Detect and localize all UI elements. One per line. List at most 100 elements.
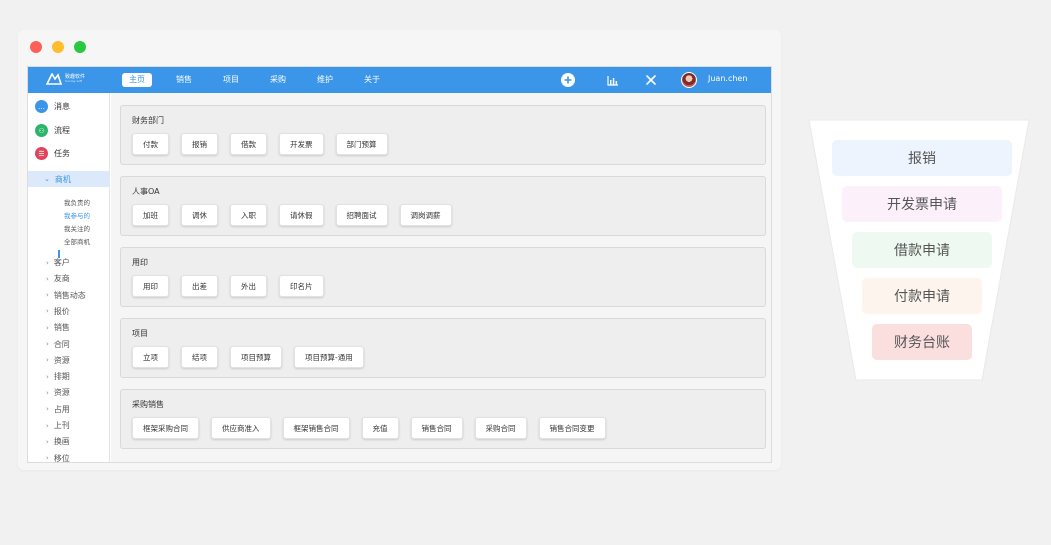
action-button[interactable]: 加班 [132, 204, 169, 226]
action-button[interactable]: 结项 [181, 346, 218, 368]
sidebar-category-label: 报价 [53, 306, 70, 316]
sidebar-category-1[interactable]: › 友商 [46, 273, 70, 284]
button-row: 立项 结项 项目预算 项目预算-通用 [132, 346, 364, 368]
chevron-right-icon: › [46, 323, 49, 332]
action-button[interactable]: 借款 [230, 133, 267, 155]
sidebar-category-5[interactable]: › 合同 [46, 339, 70, 350]
action-button[interactable]: 采购合同 [474, 417, 527, 439]
sidebar-item-label: 消息 [54, 102, 70, 111]
sidebar-category-label: 换画 [53, 437, 70, 447]
action-button[interactable]: 报销 [181, 133, 218, 155]
funnel-diagram: 报销 开发票申请 借款申请 付款申请 财务台账 [806, 118, 1032, 382]
sidebar-subitem-0[interactable]: 我负责的 [64, 197, 90, 207]
sidebar-category-2[interactable]: › 销售动态 [46, 290, 86, 301]
chevron-right-icon: › [46, 421, 49, 430]
sidebar-category-label: 客户 [53, 258, 70, 267]
action-button[interactable]: 开发票 [279, 133, 324, 155]
action-button[interactable]: 供应商准入 [211, 417, 271, 439]
action-button[interactable]: 项目预算-通用 [294, 346, 364, 368]
maximize-window-button[interactable] [74, 41, 86, 53]
funnel-stage-4: 财务台账 [872, 324, 972, 360]
sidebar-subitem-1[interactable]: 我参与的 [64, 210, 90, 220]
sidebar-category-6[interactable]: › 资源 [46, 355, 70, 366]
nav-item-4[interactable]: 维护 [310, 73, 340, 87]
nav-item-5[interactable]: 关于 [357, 73, 387, 87]
chevron-right-icon: › [46, 307, 49, 316]
action-button[interactable]: 请休假 [279, 204, 324, 226]
close-window-button[interactable] [30, 41, 42, 53]
tools-button[interactable] [644, 73, 658, 87]
nav-item-0[interactable]: 主页 [122, 73, 152, 87]
sidebar-item-opportunity[interactable]: ⌄ 商机 [28, 171, 110, 187]
chart-button[interactable] [606, 73, 620, 87]
funnel-stage-1: 开发票申请 [842, 186, 1002, 222]
action-button[interactable]: 部门预算 [335, 133, 388, 155]
nav-item-2[interactable]: 项目 [216, 73, 246, 87]
tools-icon [646, 75, 656, 85]
action-button[interactable]: 招聘面试 [335, 204, 388, 226]
sidebar-category-label: 友商 [53, 274, 70, 284]
action-button[interactable]: 销售合同变更 [538, 417, 606, 439]
logo: 致趣软件 hunray soft [46, 73, 85, 85]
chevron-right-icon: › [46, 437, 49, 446]
action-button[interactable]: 外出 [230, 275, 267, 297]
message-icon: … [35, 100, 48, 113]
action-button[interactable]: 付款 [132, 133, 169, 155]
nav-item-3[interactable]: 采购 [263, 73, 293, 87]
chart-icon [607, 75, 618, 86]
funnel-stage-2: 借款申请 [852, 232, 992, 268]
panel-0: 财务部门付款 报销 借款 开发票 部门预算 [120, 105, 766, 165]
action-button[interactable]: 框架销售合同 [282, 417, 350, 439]
chevron-right-icon: › [46, 258, 49, 267]
sidebar-category-12[interactable]: › 移位 [46, 453, 70, 462]
main-nav: 主页 销售 项目 采购 维护 关于 [122, 67, 404, 93]
sidebar-category-label: 上刊 [53, 421, 70, 430]
minimize-window-button[interactable] [52, 41, 64, 53]
action-button[interactable]: 出差 [181, 275, 218, 297]
button-row: 框架采购合同 供应商准入 框架销售合同 充值 销售合同 采购合同 销售合同变更 [132, 417, 606, 439]
flow-icon: ⚇ [35, 124, 48, 137]
action-button[interactable]: 项目预算 [230, 346, 282, 368]
sidebar-item-0[interactable]: … 消息 [35, 100, 70, 113]
logo-icon [46, 73, 62, 85]
action-button[interactable]: 框架采购合同 [132, 417, 199, 439]
panel-4: 采购销售 框架采购合同 供应商准入 框架销售合同 充值 销售合同 采购合同 销售合同变更 [120, 389, 766, 449]
action-button[interactable]: 用印 [132, 275, 169, 297]
chevron-right-icon: › [46, 291, 49, 300]
chevron-right-icon: › [46, 405, 49, 414]
sidebar-category-10[interactable]: › 上刊 [46, 420, 70, 431]
sidebar-item-2[interactable]: ☰ 任务 [35, 147, 70, 160]
chevron-right-icon: › [46, 340, 49, 348]
sidebar-category-9[interactable]: › 占用 [46, 404, 70, 415]
chevron-right-icon: › [46, 388, 49, 397]
avatar[interactable] [681, 72, 697, 88]
sidebar-category-label: 合同 [53, 339, 70, 349]
sidebar-category-4[interactable]: › 销售 [46, 322, 70, 333]
chevron-right-icon: › [46, 372, 49, 381]
action-button[interactable]: 调休 [181, 204, 218, 226]
action-button[interactable]: 充值 [361, 417, 399, 439]
sidebar-subitem-2[interactable]: 我关注的 [64, 223, 90, 233]
add-button[interactable] [561, 73, 575, 87]
action-button[interactable]: 调岗调薪 [399, 204, 452, 226]
sidebar-category-label: 销售动态 [53, 290, 86, 300]
button-row: 加班 调休 入职 请休假 招聘面试 调岗调薪 [132, 204, 452, 226]
action-button[interactable]: 销售合同 [410, 417, 463, 439]
chevron-right-icon: › [46, 274, 49, 283]
chevron-right-icon: › [46, 356, 49, 365]
sidebar-category-8[interactable]: › 资源 [46, 387, 70, 398]
username[interactable]: Juan.chen [708, 74, 747, 83]
action-button[interactable]: 立项 [132, 346, 169, 368]
nav-item-1[interactable]: 销售 [169, 73, 199, 87]
sidebar-item-1[interactable]: ⚇ 流程 [35, 124, 70, 137]
panel-title: 用印 [132, 258, 148, 267]
action-button[interactable]: 印名片 [279, 275, 324, 297]
sidebar-subitem-3[interactable]: 全部商机 [64, 236, 90, 246]
sidebar-category-7[interactable]: › 排期 [46, 371, 70, 382]
panel-title: 财务部门 [132, 116, 164, 125]
button-row: 付款 报销 借款 开发票 部门预算 [132, 133, 388, 155]
sidebar-category-3[interactable]: › 报价 [46, 306, 70, 317]
sidebar-category-0[interactable]: › 客户 [46, 257, 70, 268]
sidebar-category-11[interactable]: › 换画 [46, 436, 70, 447]
action-button[interactable]: 入职 [230, 204, 267, 226]
